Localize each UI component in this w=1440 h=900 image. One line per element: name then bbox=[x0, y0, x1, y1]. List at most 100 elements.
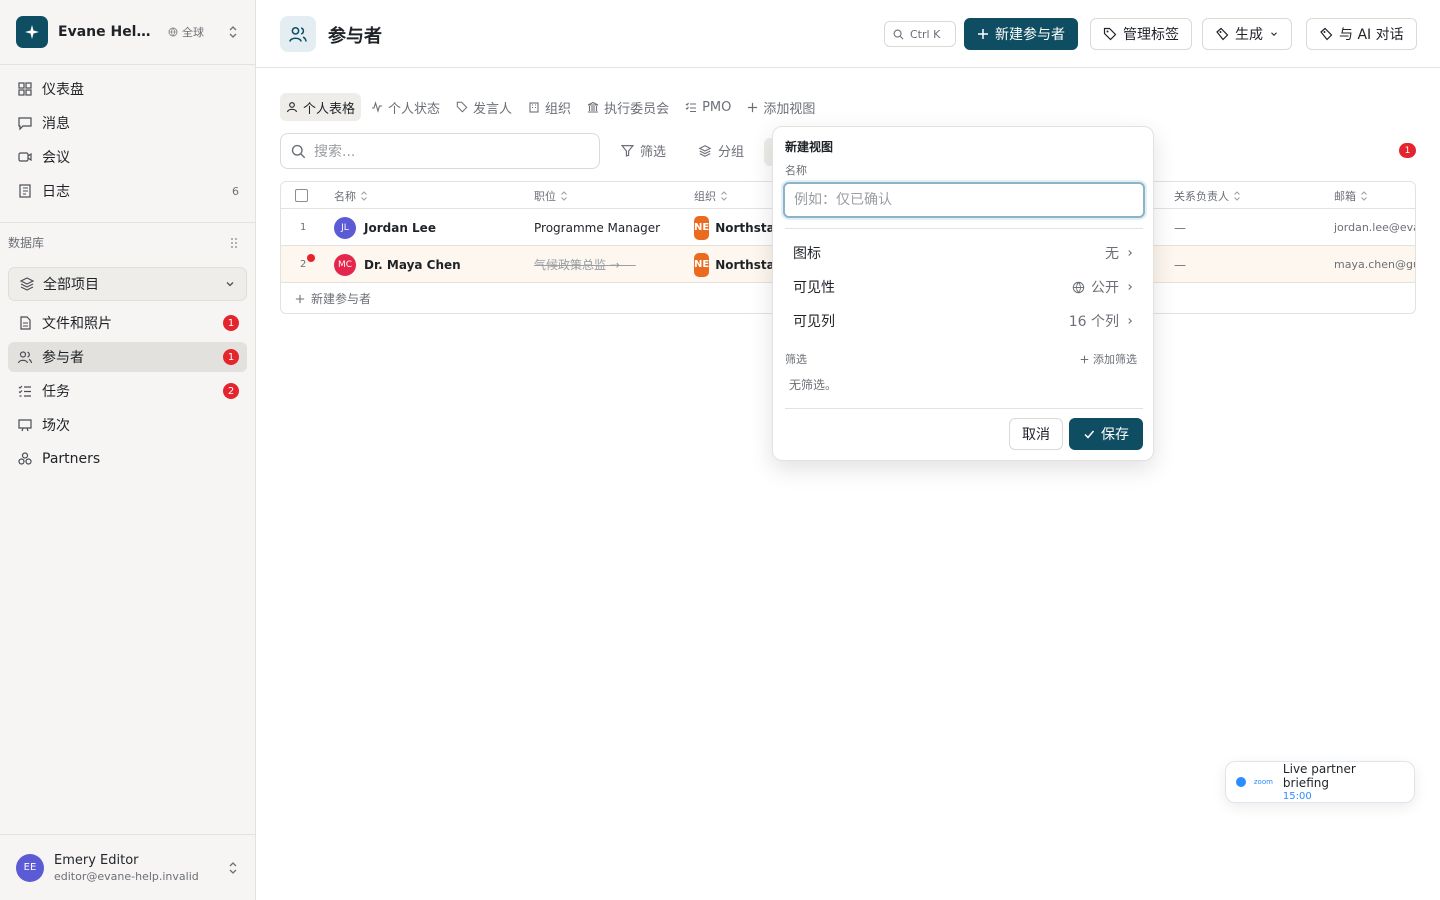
add-participant-row[interactable]: 新建参与者 bbox=[281, 283, 371, 313]
save-button[interactable]: 保存 bbox=[1069, 418, 1143, 450]
sort-icon bbox=[360, 190, 368, 201]
visibility-option-value: 公开 bbox=[1091, 280, 1119, 296]
sort-icon bbox=[1360, 190, 1368, 201]
search-input[interactable]: 搜索... bbox=[280, 133, 600, 169]
org-name: Northstar bbox=[715, 220, 772, 235]
filter-button[interactable]: 筛选 bbox=[621, 141, 666, 160]
command-search-button[interactable]: Ctrl K bbox=[884, 21, 956, 47]
nav-item-meetings[interactable]: 会议 bbox=[8, 142, 247, 172]
sidebar-item-partners[interactable]: Partners bbox=[8, 444, 247, 474]
row-number: 1 bbox=[300, 222, 307, 233]
user-menu[interactable]: EE Emery Editor editor@evane-help.invali… bbox=[0, 834, 255, 900]
column-header-owner[interactable]: 关系负责人 bbox=[1174, 182, 1241, 209]
count-badge: 2 bbox=[223, 383, 239, 399]
view-name-input[interactable] bbox=[783, 182, 1145, 218]
avatar: EE bbox=[16, 853, 44, 882]
name-cell[interactable]: MC Dr. Maya Chen bbox=[334, 246, 461, 283]
email-cell[interactable]: maya.chen@gu bbox=[1334, 246, 1415, 283]
workspace-scope[interactable]: 全球 bbox=[168, 24, 204, 40]
alert-badge[interactable]: 1 bbox=[1399, 143, 1416, 158]
nav-item-messages[interactable]: 消息 bbox=[8, 108, 247, 138]
tab-speakers[interactable]: 发言人 bbox=[450, 93, 518, 121]
visible-columns-label: 可见列 bbox=[793, 314, 835, 330]
chevron-up-down-icon[interactable] bbox=[227, 25, 239, 39]
project-selector[interactable]: 全部项目 bbox=[8, 267, 247, 301]
column-header-organization[interactable]: 组织 bbox=[694, 182, 728, 209]
nav-item-dashboard[interactable]: 仪表盘 bbox=[8, 74, 247, 104]
organization-cell[interactable]: NE Northstar bbox=[694, 209, 772, 246]
column-header-email[interactable]: 邮箱 bbox=[1334, 182, 1368, 209]
chevron-right-icon bbox=[1125, 316, 1135, 326]
visibility-option-row[interactable]: 可见性 公开 bbox=[785, 272, 1143, 302]
owner-cell[interactable]: — bbox=[1174, 246, 1186, 283]
column-header-title[interactable]: 职位 bbox=[534, 182, 568, 209]
generate-button[interactable]: 生成 bbox=[1202, 18, 1292, 50]
sidebar-item-sessions[interactable]: 场次 bbox=[8, 410, 247, 440]
nav-item-journal[interactable]: 日志 6 bbox=[8, 176, 247, 206]
drag-handle-icon[interactable] bbox=[230, 237, 238, 249]
group-button[interactable]: 分组 bbox=[698, 141, 744, 160]
sidebar-item-files[interactable]: 文件和照片 1 bbox=[8, 308, 247, 338]
visibility-option-label: 可见性 bbox=[793, 280, 835, 296]
tab-organizations[interactable]: 组织 bbox=[522, 93, 577, 121]
nav-item-count: 6 bbox=[232, 184, 239, 198]
zoom-logo-icon: zoom bbox=[1253, 778, 1273, 786]
avatar: JL bbox=[334, 216, 356, 239]
generate-label: 生成 bbox=[1235, 27, 1263, 43]
column-header-name[interactable]: 名称 bbox=[334, 182, 368, 209]
page-header: 参与者 Ctrl K 新建参与者 管理标签 生成 与 AI 对话 bbox=[256, 0, 1440, 68]
globe-icon bbox=[1072, 281, 1085, 294]
sidebar: Evane Help Center 全球 仪表盘 消息 会议 日志 6 数据库 … bbox=[0, 0, 256, 900]
journal-icon bbox=[16, 182, 34, 200]
add-filter-button[interactable]: 添加筛选 bbox=[1080, 351, 1137, 367]
count-badge: 1 bbox=[223, 349, 239, 365]
email-cell[interactable]: jordan.lee@evane bbox=[1334, 209, 1415, 246]
divider bbox=[785, 408, 1143, 409]
name-cell[interactable]: JL Jordan Lee bbox=[334, 209, 436, 246]
title-cell[interactable]: 气候政策总监 → — bbox=[534, 246, 636, 283]
tab-personal-table[interactable]: 个人表格 bbox=[280, 93, 362, 121]
organization-cell[interactable]: NE Northstar bbox=[694, 246, 772, 283]
shortcut-label: Ctrl K bbox=[910, 27, 941, 41]
sidebar-item-tasks[interactable]: 任务 2 bbox=[8, 376, 247, 406]
manage-tags-button[interactable]: 管理标签 bbox=[1090, 18, 1192, 50]
no-filter-text: 无筛选。 bbox=[789, 378, 838, 392]
upcoming-meeting-toast[interactable]: zoom Live partner briefing 15:00 bbox=[1225, 761, 1415, 803]
sidebar-item-participants[interactable]: 参与者 1 bbox=[8, 342, 247, 372]
sparkle-tag-icon bbox=[1319, 27, 1333, 41]
sidebar-item-label: Partners bbox=[42, 451, 101, 467]
tab-personal-status[interactable]: 个人状态 bbox=[365, 93, 446, 121]
visible-columns-option-row[interactable]: 可见列 16 个列 bbox=[785, 306, 1143, 336]
tab-label: 组织 bbox=[545, 101, 572, 117]
checklist-icon bbox=[685, 101, 697, 113]
search-icon bbox=[893, 29, 904, 40]
ai-chat-label: 与 AI 对话 bbox=[1339, 27, 1404, 43]
owner-cell[interactable]: — bbox=[1174, 209, 1186, 246]
chevron-down-icon bbox=[224, 278, 236, 290]
filter-label: 筛选 bbox=[640, 145, 667, 160]
new-participant-label: 新建参与者 bbox=[995, 27, 1065, 43]
column-label: 邮箱 bbox=[1334, 189, 1356, 203]
ai-chat-button[interactable]: 与 AI 对话 bbox=[1306, 18, 1417, 50]
tab-label: 发言人 bbox=[473, 101, 513, 117]
view-tabs: 个人表格 个人状态 发言人 组织 执行委员会 PMO 添加视图 bbox=[280, 93, 821, 121]
workspace-name: Evane Help Center bbox=[58, 24, 154, 40]
icon-option-row[interactable]: 图标 无 bbox=[785, 238, 1143, 268]
workspace-switcher[interactable]: Evane Help Center 全球 bbox=[0, 0, 255, 65]
institution-icon bbox=[587, 101, 599, 113]
tab-executive-committee[interactable]: 执行委员会 bbox=[581, 93, 675, 121]
add-view-label: 添加视图 bbox=[763, 101, 816, 117]
tag-icon bbox=[1103, 27, 1117, 41]
plus-icon bbox=[747, 102, 758, 113]
select-all-checkbox[interactable] bbox=[295, 182, 308, 209]
avatar: MC bbox=[334, 253, 356, 276]
search-icon bbox=[291, 144, 306, 159]
cancel-button[interactable]: 取消 bbox=[1009, 418, 1063, 450]
new-participant-button[interactable]: 新建参与者 bbox=[964, 18, 1078, 50]
users-icon bbox=[16, 348, 34, 366]
add-view-button[interactable]: 添加视图 bbox=[741, 93, 821, 121]
title-cell[interactable]: Programme Manager bbox=[534, 209, 660, 246]
tab-pmo[interactable]: PMO bbox=[679, 93, 737, 121]
tab-label: PMO bbox=[702, 99, 732, 115]
page-title: 参与者 bbox=[328, 26, 382, 47]
